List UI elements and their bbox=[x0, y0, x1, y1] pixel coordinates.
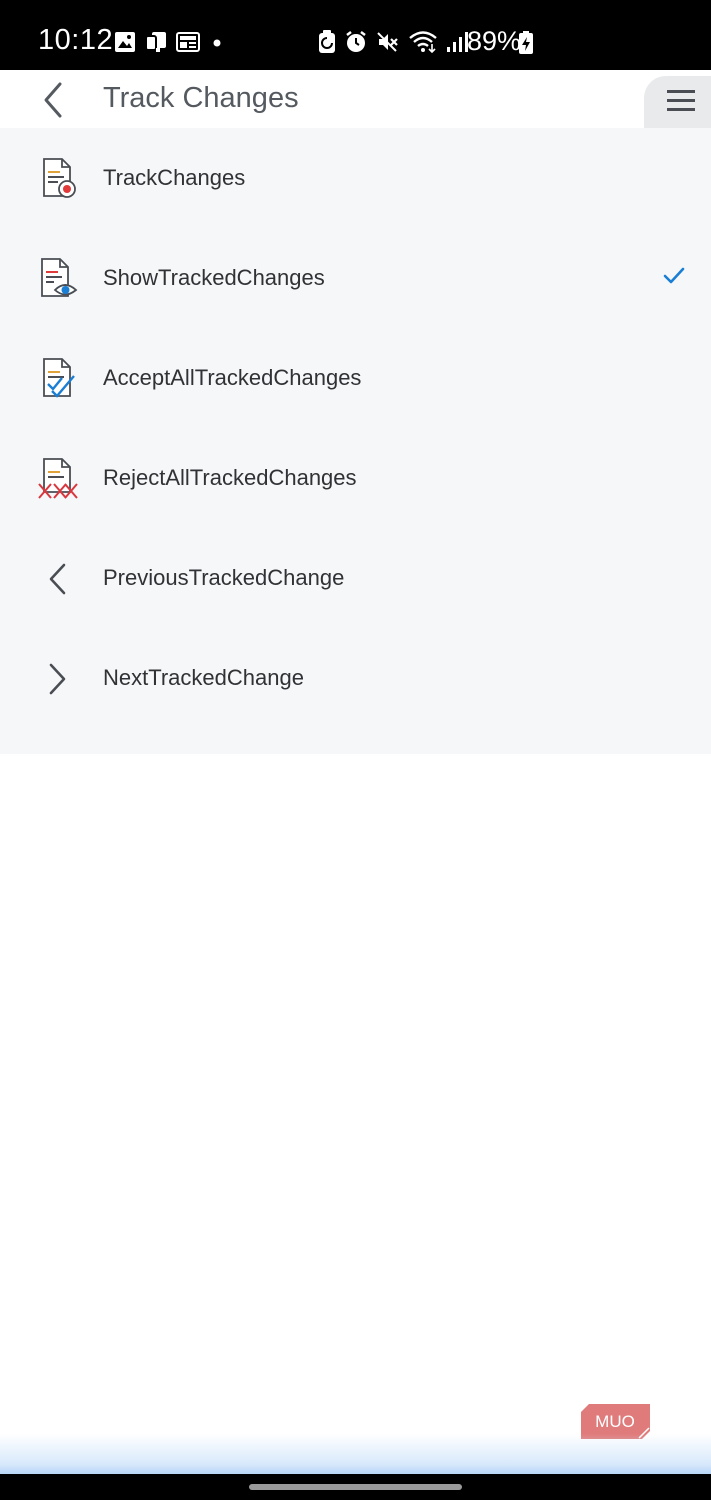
back-button[interactable] bbox=[36, 80, 72, 120]
accept-all-icon bbox=[43, 358, 75, 398]
menu-item-show-tracked-changes[interactable]: ShowTrackedChanges bbox=[0, 228, 711, 328]
page-title: Track Changes bbox=[103, 82, 299, 114]
signal-icon bbox=[447, 32, 468, 52]
menu-item-label: RejectAllTrackedChanges bbox=[103, 465, 357, 490]
menu-button[interactable] bbox=[644, 76, 711, 128]
chevron-left-icon bbox=[44, 82, 62, 118]
watermark-text: MUO bbox=[595, 1412, 635, 1431]
menu-item-reject-all[interactable]: RejectAllTrackedChanges bbox=[0, 428, 711, 528]
devices-icon bbox=[145, 32, 166, 52]
menu-item-label: AcceptAllTrackedChanges bbox=[103, 365, 362, 390]
menu-item-accept-all[interactable]: AcceptAllTrackedChanges bbox=[0, 328, 711, 428]
dot-icon bbox=[213, 39, 221, 47]
checkmark-icon bbox=[663, 267, 685, 284]
chevron-left-icon bbox=[49, 563, 66, 595]
news-icon bbox=[176, 32, 200, 52]
hamburger-menu-icon bbox=[667, 90, 695, 111]
menu-item-label: NextTrackedChange bbox=[103, 665, 304, 690]
track-changes-icon bbox=[43, 158, 76, 198]
bottom-glow bbox=[0, 1434, 711, 1474]
data-saver-icon bbox=[319, 30, 335, 53]
gallery-icon bbox=[115, 32, 135, 52]
menu-item-label: ShowTrackedChanges bbox=[103, 265, 325, 290]
menu-item-previous-tracked-change[interactable]: PreviousTrackedChange bbox=[0, 528, 711, 628]
navigation-bar bbox=[0, 1474, 711, 1500]
menu-item-track-changes[interactable]: TrackChanges bbox=[0, 128, 711, 228]
app-header: Track Changes bbox=[0, 70, 711, 128]
mute-icon bbox=[377, 32, 398, 52]
status-time: 10:12 bbox=[38, 24, 114, 56]
status-bar: 10:12 89% bbox=[0, 0, 711, 70]
show-tracked-changes-icon bbox=[41, 258, 78, 297]
status-left-icons bbox=[114, 30, 226, 54]
battery-charging-icon bbox=[519, 31, 533, 54]
battery-percent: 89% bbox=[467, 26, 522, 56]
chevron-right-icon bbox=[49, 663, 66, 695]
wifi-icon bbox=[409, 31, 437, 54]
menu-item-label: PreviousTrackedChange bbox=[103, 565, 345, 590]
reject-all-icon bbox=[38, 458, 78, 499]
home-indicator[interactable] bbox=[249, 1484, 462, 1490]
menu-item-label: TrackChanges bbox=[103, 165, 246, 190]
menu-item-next-tracked-change[interactable]: NextTrackedChange bbox=[0, 628, 711, 728]
status-right-icons bbox=[318, 30, 468, 54]
track-changes-menu: TrackChanges ShowTrackedChanges AcceptAl… bbox=[0, 128, 711, 754]
alarm-icon bbox=[346, 31, 366, 52]
